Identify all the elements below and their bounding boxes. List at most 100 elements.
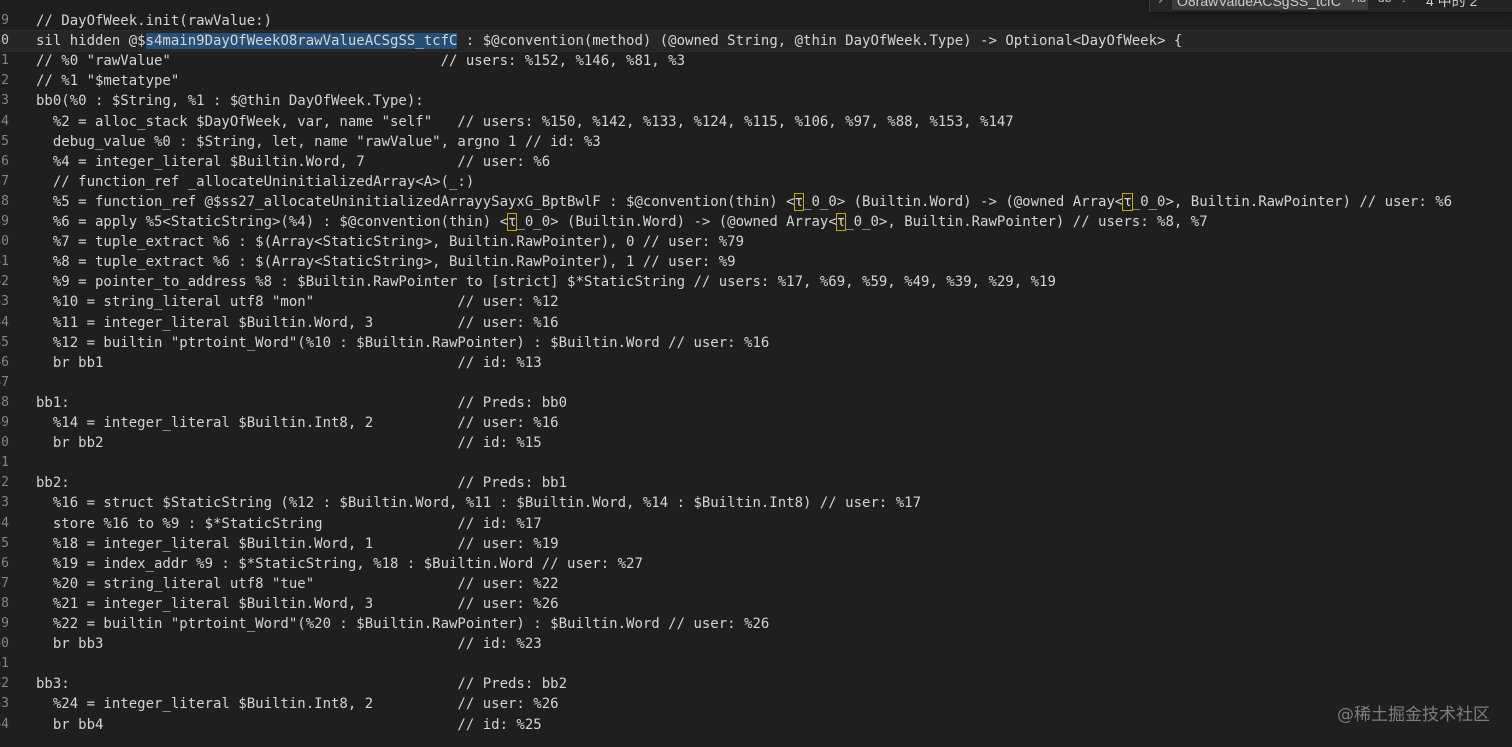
code-line[interactable]: 49 %14 = integer_literal $Builtin.Int8, … — [0, 413, 1512, 433]
code-line[interactable]: 54 store %16 to %9 : $*StaticString // i… — [0, 514, 1512, 534]
match-case-icon[interactable]: Aa — [1352, 0, 1366, 5]
code-line[interactable]: 33 bb0(%0 : $String, %1 : $@thin DayOfWee… — [0, 91, 1512, 111]
code-line[interactable]: 64 br bb4 // id: %25 — [0, 715, 1512, 735]
code-text[interactable]: %14 = integer_literal $Builtin.Int8, 2 /… — [36, 413, 559, 433]
code-line[interactable]: 59 %22 = builtin "ptrtoint_Word"(%20 : $… — [0, 614, 1512, 634]
line-number: 45 — [0, 334, 9, 350]
code-line[interactable]: 41 %8 = tuple_extract %6 : $(Array<Stati… — [0, 252, 1512, 272]
code-text[interactable]: // DayOfWeek.init(rawValue:) — [36, 11, 272, 31]
toggle-replace-chevron-icon[interactable]: › — [1158, 0, 1163, 8]
line-number: 57 — [0, 575, 9, 591]
code-line[interactable]: 55 %18 = integer_literal $Builtin.Word, … — [0, 534, 1512, 554]
line-number: 59 — [0, 616, 9, 631]
code-text[interactable]: bb2: // Preds: bb1 — [36, 473, 567, 493]
code-text[interactable]: %11 = integer_literal $Builtin.Word, 3 /… — [36, 313, 559, 333]
code-line[interactable]: 29 // DayOfWeek.init(rawValue:) — [0, 11, 1512, 31]
code-text[interactable]: %4 = integer_literal $Builtin.Word, 7 //… — [36, 152, 550, 172]
code-text[interactable]: %5 = function_ref @$ss27_allocateUniniti… — [36, 192, 1452, 212]
line-number: 42 — [0, 274, 9, 290]
bracket-match-highlight: τ — [506, 213, 518, 231]
code-text[interactable]: bb1: // Preds: bb0 — [36, 393, 567, 413]
line-number: 30 — [0, 33, 9, 49]
code-text[interactable]: bb0(%0 : $String, %1 : $@thin DayOfWeek.… — [36, 91, 424, 111]
code-text[interactable]: // function_ref _allocateUninitializedAr… — [36, 172, 474, 192]
code-line[interactable]: 39 %6 = apply %5<StaticString>(%4) : $@c… — [0, 212, 1512, 232]
code-text[interactable]: %9 = pointer_to_address %8 : $Builtin.Ra… — [36, 272, 1056, 292]
code-line[interactable]: 36 %4 = integer_literal $Builtin.Word, 7… — [0, 152, 1512, 172]
code-text[interactable]: %6 = apply %5<StaticString>(%4) : $@conv… — [36, 212, 1208, 232]
code-line[interactable]: 42 %9 = pointer_to_address %8 : $Builtin… — [0, 272, 1512, 292]
line-number: 54 — [0, 515, 9, 531]
code-line[interactable]: 60 br bb3 // id: %23 — [0, 634, 1512, 654]
code-line[interactable]: 35 debug_value %0 : $String, let, name "… — [0, 132, 1512, 152]
code-text[interactable]: %12 = builtin "ptrtoint_Word"(%10 : $Bui… — [36, 333, 769, 353]
code-text[interactable]: %8 = tuple_extract %6 : $(Array<StaticSt… — [36, 252, 736, 272]
code-text[interactable]: br bb3 // id: %23 — [36, 634, 542, 654]
code-line[interactable]: 52 bb2: // Preds: bb1 — [0, 473, 1512, 493]
use-regex-icon[interactable]: .* — [1402, 0, 1411, 5]
code-line[interactable]: 43 %10 = string_literal utf8 "mon" // us… — [0, 292, 1512, 312]
line-number: 47 — [0, 374, 9, 390]
bracket-match-highlight: τ — [835, 213, 847, 231]
code-text[interactable]: %10 = string_literal utf8 "mon" // user:… — [36, 292, 559, 312]
code-text[interactable]: store %16 to %9 : $*StaticString // id: … — [36, 514, 542, 534]
code-text[interactable]: %22 = builtin "ptrtoint_Word"(%20 : $Bui… — [36, 614, 769, 634]
code-text[interactable]: br bb1 // id: %13 — [36, 353, 542, 373]
code-line[interactable]: 53 %16 = struct $StaticString (%12 : $Bu… — [0, 493, 1512, 513]
line-number: 49 — [0, 415, 9, 430]
watermark: @稀土掘金技术社区 — [1337, 705, 1490, 725]
code-line[interactable]: 38 %5 = function_ref @$ss27_allocateUnin… — [0, 192, 1512, 212]
code-text[interactable]: %2 = alloc_stack $DayOfWeek, var, name "… — [36, 112, 1014, 132]
code-line[interactable]: 32 // %1 "$metatype" — [0, 71, 1512, 91]
line-number: 35 — [0, 133, 9, 149]
line-number: 44 — [0, 314, 9, 330]
line-number: 31 — [0, 53, 9, 69]
line-number: 63 — [0, 696, 9, 712]
code-text[interactable]: %24 = integer_literal $Builtin.Int8, 2 /… — [36, 694, 559, 714]
code-line[interactable]: 34 %2 = alloc_stack $DayOfWeek, var, nam… — [0, 112, 1512, 132]
code-line[interactable]: 44 %11 = integer_literal $Builtin.Word, … — [0, 313, 1512, 333]
code-line[interactable]: 30 sil hidden @$s4main9DayOfWeekO8rawValu… — [0, 30, 1512, 53]
code-text-after-match: : $@convention(method) (@owned String, @… — [457, 33, 1183, 50]
code-text[interactable]: %21 = integer_literal $Builtin.Word, 3 /… — [36, 594, 559, 614]
code-line[interactable]: 58 %21 = integer_literal $Builtin.Word, … — [0, 594, 1512, 614]
code-line[interactable]: 63 %24 = integer_literal $Builtin.Int8, … — [0, 694, 1512, 714]
code-text[interactable]: %16 = struct $StaticString (%12 : $Built… — [36, 493, 921, 513]
code-line[interactable]: 48 bb1: // Preds: bb0 — [0, 393, 1512, 413]
code-line[interactable]: 50 br bb2 // id: %15 — [0, 433, 1512, 453]
line-number: 39 — [0, 214, 9, 229]
code-line[interactable]: 51 — [0, 453, 1512, 473]
line-number: 60 — [0, 636, 9, 652]
match-whole-word-icon[interactable]: ab — [1378, 0, 1392, 5]
code-line[interactable]: 40 %7 = tuple_extract %6 : $(Array<Stati… — [0, 232, 1512, 252]
code-text[interactable]: %20 = string_literal utf8 "tue" // user:… — [36, 574, 559, 594]
code-line[interactable]: 62 bb3: // Preds: bb2 — [0, 674, 1512, 694]
line-number: 34 — [0, 113, 9, 129]
line-number: 40 — [0, 234, 9, 250]
code-line[interactable]: 45 %12 = builtin "ptrtoint_Word"(%10 : $… — [0, 333, 1512, 353]
code-line[interactable]: 61 — [0, 654, 1512, 674]
code-text[interactable]: %19 = index_addr %9 : $*StaticString, %1… — [36, 554, 643, 574]
code-text[interactable]: // %1 "$metatype" — [36, 71, 179, 91]
code-text[interactable]: // %0 "rawValue" // users: %152, %146, %… — [36, 51, 685, 71]
code-line[interactable]: 37 // function_ref _allocateUninitialize… — [0, 172, 1512, 192]
code-line[interactable]: 57 %20 = string_literal utf8 "tue" // us… — [0, 574, 1512, 594]
code-text[interactable]: bb3: // Preds: bb2 — [36, 674, 567, 694]
code-text[interactable]: br bb4 // id: %25 — [36, 715, 542, 735]
line-number: 51 — [0, 455, 9, 471]
line-number: 46 — [0, 354, 9, 370]
code-line[interactable]: 56 %19 = index_addr %9 : $*StaticString,… — [0, 554, 1512, 574]
code-editor[interactable]: 29 // DayOfWeek.init(rawValue:) 30 sil hidd… — [0, 0, 1512, 747]
code-text[interactable]: %18 = integer_literal $Builtin.Word, 1 /… — [36, 534, 559, 554]
code-text[interactable]: br bb2 // id: %15 — [36, 433, 542, 453]
find-input[interactable]: O8rawValueACSgSS_tcfC — [1172, 0, 1368, 10]
selected-search-match[interactable]: s4main9DayOfWeekO8rawValueACSgSS_tcfC — [145, 33, 458, 50]
code-text[interactable]: debug_value %0 : $String, let, name "raw… — [36, 132, 601, 152]
code-text[interactable]: %7 = tuple_extract %6 : $(Array<StaticSt… — [36, 232, 744, 252]
code-line[interactable]: 31 // %0 "rawValue" // users: %152, %146,… — [0, 51, 1512, 71]
code-text[interactable]: sil hidden @$s4main9DayOfWeekO8rawValueA… — [36, 31, 1182, 51]
line-number: 55 — [0, 535, 9, 551]
line-number: 62 — [0, 676, 9, 692]
code-line[interactable]: 47 — [0, 373, 1512, 393]
code-line[interactable]: 46 br bb1 // id: %13 — [0, 353, 1512, 373]
